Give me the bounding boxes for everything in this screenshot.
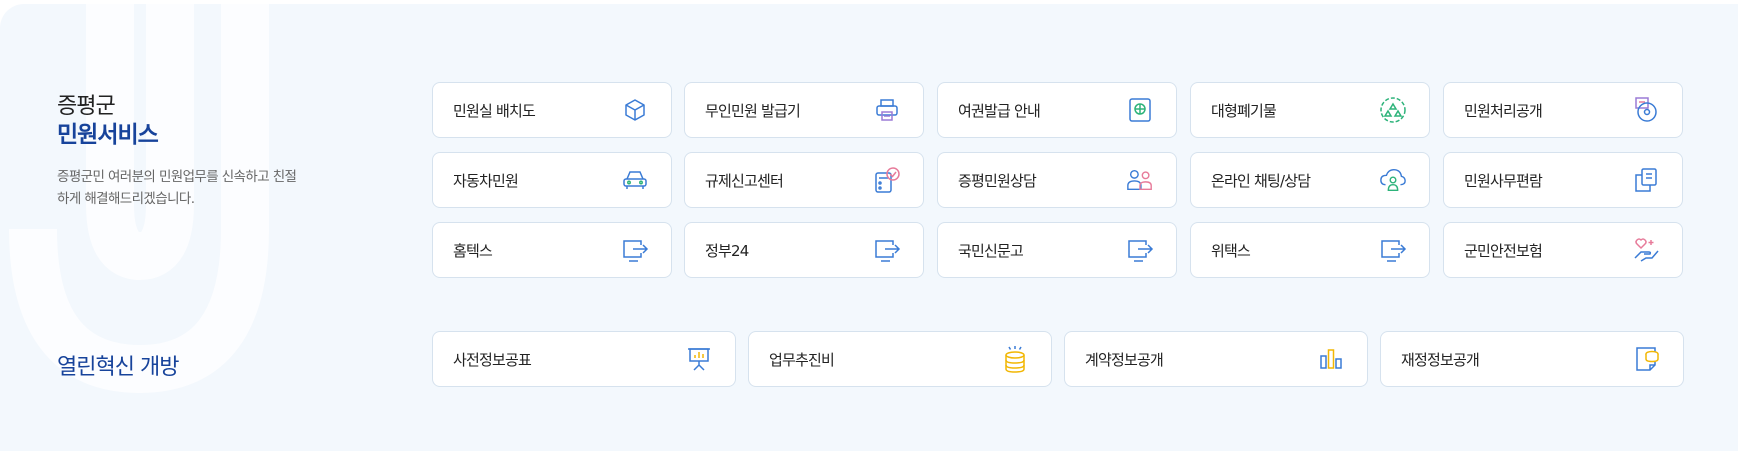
service-card-gov24[interactable]: 정부24 [684,222,924,278]
service-panel: 증평군 민원서비스 증평군민 여러분의 민원업무를 신속하고 친절하게 해결해드… [0,4,1738,451]
county-name: 증평군 [57,94,116,119]
service-card-bulky-waste[interactable]: 대형폐기물 [1190,82,1430,138]
service-label: 민원사무편람 [1464,171,1543,190]
cube-icon [621,96,649,124]
open-card-expenses[interactable]: 업무추진비 [748,331,1052,387]
open-label: 업무추진비 [769,350,835,369]
calculator-check-icon [873,166,901,194]
printer-icon [873,96,901,124]
copy-document-icon [1632,166,1660,194]
coins-icon [1001,345,1029,373]
service-card-car[interactable]: 자동차민원 [432,152,672,208]
service-card-consult[interactable]: 증평민원상담 [937,152,1177,208]
service-label: 무인민원 발급기 [705,101,801,120]
document-disc-icon [1632,96,1660,124]
service-label: 여권발급 안내 [958,101,1041,120]
section-description: 증평군민 여러분의 민원업무를 신속하고 친절하게 해결해드리겠습니다. [57,169,297,207]
presentation-chart-icon [685,345,713,373]
open-label: 계약정보공개 [1085,350,1164,369]
external-link-icon [1126,236,1154,264]
service-label: 국민신문고 [958,241,1024,260]
service-label: 민원처리공개 [1464,101,1543,120]
service-label: 홈텍스 [453,241,493,260]
service-card-office-map[interactable]: 민원실 배치도 [432,82,672,138]
service-card-hometax[interactable]: 홈텍스 [432,222,672,278]
people-icon [1126,166,1154,194]
service-card-handbook[interactable]: 민원사무편람 [1443,152,1683,208]
service-label: 온라인 채팅/상담 [1211,171,1311,190]
open-innovation-title: 열린혁신 개방 [57,355,179,380]
service-label: 정부24 [705,241,749,260]
external-link-icon [1379,236,1407,264]
passport-icon [1126,96,1154,124]
service-label: 위택스 [1211,241,1251,260]
car-icon [621,166,649,194]
service-card-wetax[interactable]: 위택스 [1190,222,1430,278]
service-card-chat[interactable]: 온라인 채팅/상담 [1190,152,1430,208]
service-card-passport[interactable]: 여권발급 안내 [937,82,1177,138]
external-link-icon [873,236,901,264]
open-label: 재정정보공개 [1401,350,1480,369]
service-label: 민원실 배치도 [453,101,536,120]
section-title: 민원서비스 [57,122,159,148]
intro-block: 증평군 민원서비스 증평군민 여러분의 민원업무를 신속하고 친절하게 해결해드… [57,94,297,210]
service-card-disclosure[interactable]: 민원처리공개 [1443,82,1683,138]
external-link-icon [621,236,649,264]
service-label: 증평민원상담 [958,171,1037,190]
service-label: 규제신고센터 [705,171,784,190]
bar-chart-icon [1317,345,1345,373]
open-card-contracts[interactable]: 계약정보공개 [1064,331,1368,387]
open-card-finance[interactable]: 재정정보공개 [1380,331,1684,387]
service-card-epeople[interactable]: 국민신문고 [937,222,1177,278]
service-card-safety-insurance[interactable]: 군민안전보험 [1443,222,1683,278]
open-card-pre-disclosure[interactable]: 사전정보공표 [432,331,736,387]
cloud-user-icon [1379,166,1407,194]
service-card-regulation[interactable]: 규제신고센터 [684,152,924,208]
service-label: 군민안전보험 [1464,241,1543,260]
open-label: 사전정보공표 [453,350,532,369]
service-label: 대형폐기물 [1211,101,1277,120]
hand-heart-icon [1632,236,1660,264]
finance-document-icon [1633,345,1661,373]
service-card-kiosk[interactable]: 무인민원 발급기 [684,82,924,138]
recycle-icon [1379,96,1407,124]
decorative-letter-shape [9,4,269,394]
service-label: 자동차민원 [453,171,519,190]
